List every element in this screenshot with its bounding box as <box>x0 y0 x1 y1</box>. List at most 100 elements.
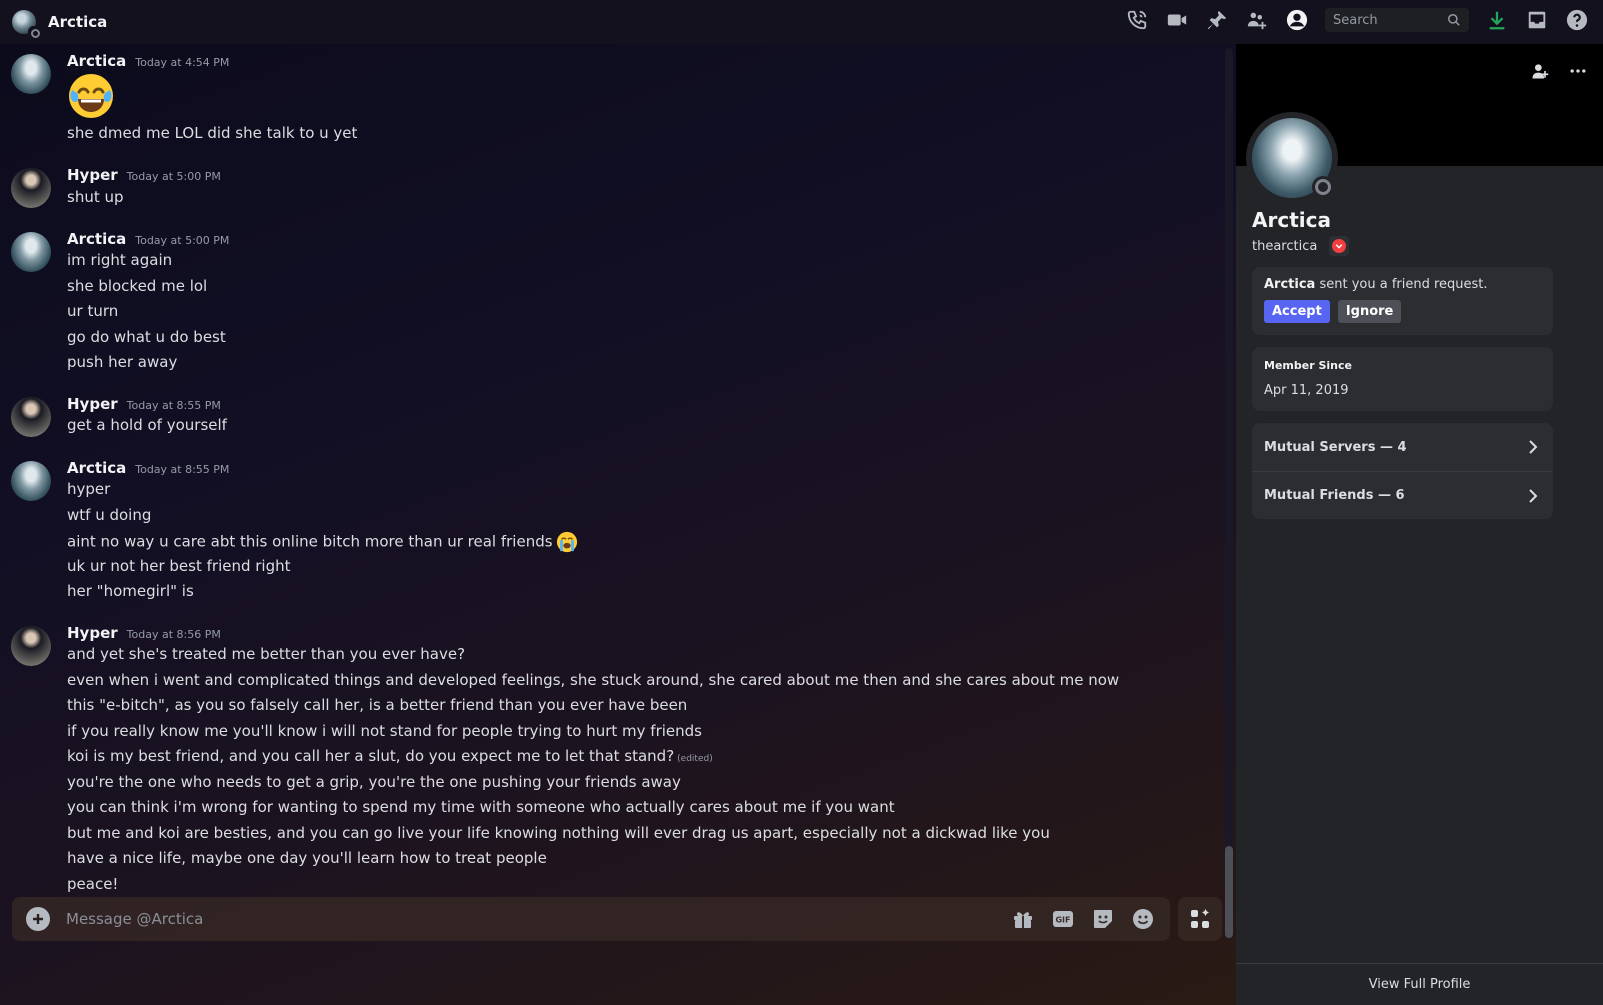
chevron-down-icon <box>1332 239 1347 253</box>
author-name[interactable]: Hyper <box>67 624 118 642</box>
message-text: she blocked me lol <box>67 277 208 295</box>
mutual-friends-row[interactable]: Mutual Friends — 6 <box>1252 471 1553 519</box>
message-text: but me and koi are besties, and you can … <box>67 824 1050 842</box>
top-bar: Arctica Search <box>0 0 1603 44</box>
timestamp: Today at 8:55 PM <box>126 399 221 412</box>
message-text-content: aint no way u care abt this online bitch… <box>67 532 553 551</box>
author-name[interactable]: Arctica <box>67 230 126 248</box>
message-text: have a nice life, maybe one day you'll l… <box>67 849 547 867</box>
toolbar: Search <box>1125 8 1589 32</box>
profile-avatar-wrap <box>1246 112 1338 204</box>
message-input[interactable]: Message @Arctica <box>66 910 1010 928</box>
avatar[interactable] <box>11 232 51 272</box>
message-composer[interactable]: Message @Arctica GIF <box>12 897 1170 941</box>
emoji-icon[interactable] <box>1130 906 1156 932</box>
message-text: hyper <box>67 480 111 498</box>
message-text: even when i went and complicated things … <box>67 671 1120 689</box>
download-icon[interactable] <box>1485 8 1509 32</box>
badge[interactable] <box>1329 236 1350 256</box>
timestamp: Today at 4:54 PM <box>135 56 230 69</box>
friend-request-name: Arctica <box>1264 277 1316 292</box>
panel-actions <box>1529 60 1589 82</box>
message-text: you're the one who needs to get a grip, … <box>67 773 681 791</box>
message-text: and yet she's treated me better than you… <box>67 645 466 663</box>
ignore-button[interactable]: Ignore <box>1337 300 1402 323</box>
avatar[interactable] <box>11 461 51 501</box>
channel-title[interactable]: Arctica <box>48 13 107 31</box>
apps-icon <box>1191 909 1209 928</box>
scrollbar[interactable] <box>1225 48 1233 938</box>
message-text: aint no way u care abt this online bitch… <box>67 531 578 553</box>
add-friends-icon[interactable] <box>1245 8 1269 32</box>
message-text: im right again <box>67 251 173 269</box>
gif-icon[interactable]: GIF <box>1050 906 1076 932</box>
message-text: push her away <box>67 353 178 371</box>
author-name[interactable]: Arctica <box>67 459 126 477</box>
message-text: shut up <box>67 188 124 206</box>
message-text: koi is my best friend, and you call her … <box>67 747 713 765</box>
author-name[interactable]: Hyper <box>67 395 118 413</box>
upload-button[interactable] <box>26 907 50 931</box>
avatar[interactable] <box>11 54 51 94</box>
search-icon <box>1448 14 1460 26</box>
accept-button[interactable]: Accept <box>1264 300 1330 323</box>
message-text: if you really know me you'll know i will… <box>67 722 702 740</box>
search-input[interactable]: Search <box>1325 8 1469 32</box>
help-icon[interactable] <box>1565 8 1589 32</box>
message-text: this "e-bitch", as you so falsely call h… <box>67 696 688 714</box>
pin-icon[interactable] <box>1205 8 1229 32</box>
scrollbar-thumb[interactable] <box>1225 846 1233 938</box>
plus-icon <box>33 914 43 924</box>
mutuals-card: Mutual Servers — 4 Mutual Friends — 6 <box>1252 423 1553 519</box>
message-text: get a hold of yourself <box>67 416 227 434</box>
video-icon[interactable] <box>1165 8 1189 32</box>
profile-username: thearctica <box>1252 238 1318 254</box>
chat-area: Arctica Today at 4:54 PM she dmed me LOL… <box>0 44 1236 1005</box>
timestamp: Today at 8:55 PM <box>135 463 230 476</box>
message-text: go do what u do best <box>67 328 226 346</box>
profile-toggle-icon[interactable] <box>1285 8 1309 32</box>
message-text: ur turn <box>67 302 119 320</box>
edited-label: (edited) <box>677 754 713 764</box>
more-options-icon[interactable] <box>1567 60 1589 82</box>
status-indicator <box>1312 176 1334 198</box>
message-text: she dmed me LOL did she talk to u yet <box>67 124 358 142</box>
message-text: her "homegirl" is <box>67 582 194 600</box>
friend-request-card: Arctica sent you a friend request. Accep… <box>1252 267 1553 335</box>
inbox-icon[interactable] <box>1525 8 1549 32</box>
profile-panel: Arctica thearctica Arctica sent you a fr… <box>1236 44 1603 1005</box>
phone-icon[interactable] <box>1125 8 1149 32</box>
search-placeholder: Search <box>1333 12 1378 28</box>
message-text: peace! <box>67 875 119 893</box>
timestamp: Today at 5:00 PM <box>135 234 230 247</box>
message-text-content: koi is my best friend, and you call her … <box>67 747 675 765</box>
profile-username-row: thearctica <box>1252 236 1350 256</box>
gift-icon[interactable] <box>1010 906 1036 932</box>
add-friend-icon[interactable] <box>1529 60 1551 82</box>
member-since-value: Apr 11, 2019 <box>1264 383 1349 398</box>
apps-button[interactable] <box>1178 897 1222 941</box>
member-since-card: Member Since Apr 11, 2019 <box>1252 347 1553 411</box>
mutual-servers-label: Mutual Servers — 4 <box>1264 439 1407 455</box>
message-text: you can think i'm wrong for wanting to s… <box>67 798 895 816</box>
member-since-label: Member Since <box>1264 359 1352 372</box>
mutual-friends-label: Mutual Friends — 6 <box>1264 488 1405 503</box>
avatar[interactable] <box>11 626 51 666</box>
author-name[interactable]: Arctica <box>67 52 126 70</box>
message-text: uk ur not her best friend right <box>67 557 291 575</box>
avatar[interactable] <box>11 168 51 208</box>
friend-request-text: Arctica sent you a friend request. <box>1264 277 1541 292</box>
sticker-icon[interactable] <box>1090 906 1116 932</box>
dm-avatar[interactable] <box>12 10 40 38</box>
author-name[interactable]: Hyper <box>67 166 118 184</box>
sob-emoji <box>556 531 577 553</box>
friend-request-message: sent you a friend request. <box>1315 277 1488 292</box>
timestamp: Today at 8:56 PM <box>126 628 221 641</box>
status-indicator <box>28 26 40 38</box>
mutual-servers-row[interactable]: Mutual Servers — 4 <box>1252 423 1553 471</box>
message-text: wtf u doing <box>67 506 152 524</box>
chevron-right-icon <box>1529 440 1538 454</box>
avatar[interactable] <box>11 397 51 437</box>
chevron-right-icon <box>1529 488 1538 503</box>
view-full-profile-button[interactable]: View Full Profile <box>1236 963 1603 1005</box>
